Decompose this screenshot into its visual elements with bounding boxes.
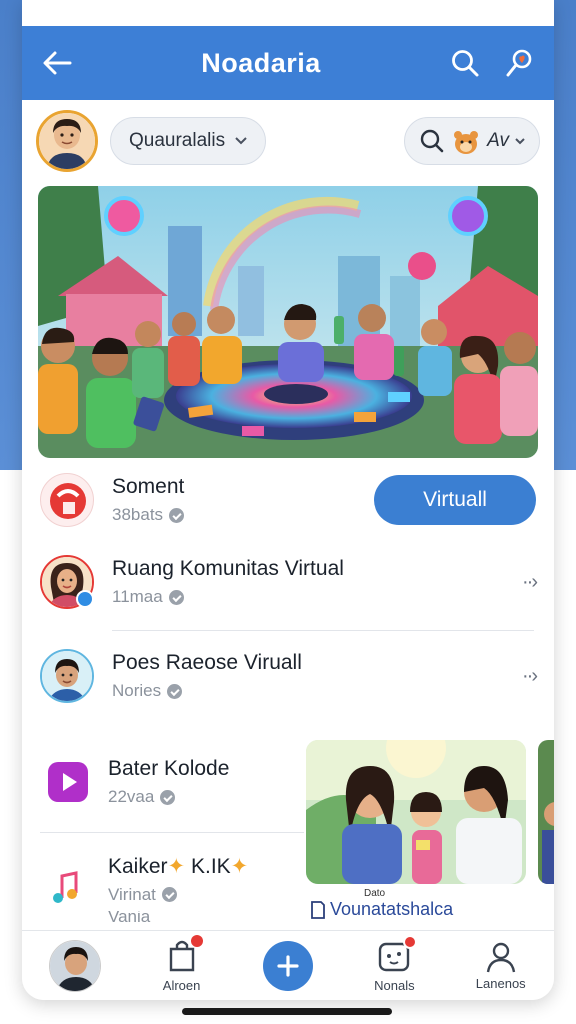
avatar <box>40 555 94 609</box>
app-screen: Noadaria Quauralalis Av Soment 38bats Vi… <box>22 0 554 1000</box>
verified-icon <box>169 507 185 523</box>
nav-create[interactable] <box>243 940 333 991</box>
list-item[interactable]: Soment 38bats Virtuall <box>22 470 554 530</box>
avatar <box>49 939 102 992</box>
verified-badge-icon <box>76 590 94 608</box>
time-label: 9:3 AM <box>265 4 318 21</box>
battery-label: 1 43% <box>462 4 508 21</box>
nav-label: Nonals <box>374 977 415 993</box>
verified-icon <box>168 589 184 605</box>
virtual-button[interactable]: Virtuall <box>374 475 536 525</box>
nav-profile[interactable] <box>30 939 120 992</box>
item-subtitle: 22vaa <box>108 787 155 806</box>
item-subtitle: Nories <box>112 681 162 700</box>
item-subtitle: 11maa <box>112 587 163 606</box>
nav-label: Alroen <box>162 977 201 993</box>
filter-dropdown[interactable]: Quauralalis <box>110 117 267 165</box>
home-indicator[interactable] <box>182 1008 392 1015</box>
list-item[interactable]: Poes Raeose Viruall Nories ··› <box>22 646 554 706</box>
search-icon <box>452 50 479 77</box>
pin-heart-icon <box>506 49 532 77</box>
item-subtitle-secondary: Vania <box>108 910 151 923</box>
search-button[interactable] <box>448 46 482 80</box>
verified-icon <box>160 789 176 805</box>
item-subtitle: 38bats <box>112 505 164 524</box>
item-title: Soment <box>112 475 185 498</box>
filter-right-label: Av <box>487 130 509 151</box>
chevron-right-icon[interactable]: ··› <box>522 665 538 688</box>
play-app-icon <box>46 760 90 804</box>
community-photo-card[interactable] <box>306 740 526 884</box>
card-caption: Dato Vounatatshalca <box>310 888 530 920</box>
chevron-right-icon[interactable]: ··› <box>522 571 538 594</box>
next-card-peek[interactable] <box>538 740 554 884</box>
document-icon <box>311 900 325 919</box>
list-item[interactable]: Kaiker✦ K.IK✦ Virinat Vania <box>22 848 312 928</box>
notification-dot <box>403 934 418 949</box>
item-title: Ruang Komunitas Virtual <box>112 557 344 580</box>
item-subtitle: Virinat <box>108 884 156 904</box>
divider <box>40 832 304 833</box>
nav-label: Lanenos <box>475 976 526 991</box>
avatar <box>40 649 94 703</box>
chevron-down-icon <box>515 137 525 144</box>
search-icon <box>420 129 444 153</box>
music-note-icon <box>46 866 90 910</box>
verified-icon <box>167 683 183 699</box>
hamster-icon <box>454 131 479 154</box>
nav-account[interactable]: Lanenos <box>456 940 546 991</box>
item-title: Bater Kolode <box>108 757 230 780</box>
notification-dot <box>190 934 203 947</box>
item-title: Poes Raeose Viruall <box>112 651 302 674</box>
community-banner-image[interactable] <box>38 186 538 458</box>
wifi-icon <box>99 5 120 21</box>
notification-button[interactable] <box>502 46 536 80</box>
nav-bag[interactable]: Alroen <box>137 934 227 993</box>
signal-icon <box>30 6 52 20</box>
sparkle-icon: ✦ <box>230 854 249 878</box>
page-title: Noadaria <box>201 47 321 78</box>
add-button[interactable] <box>262 940 313 991</box>
card-caption-text: Vounatatshalca <box>330 899 454 919</box>
list-item[interactable]: Bater Kolode 22vaa <box>22 752 312 812</box>
search-filter-pill[interactable]: Av <box>404 117 540 165</box>
battery-icon <box>517 5 550 21</box>
nav-notifications[interactable]: Nonals <box>349 934 439 993</box>
back-button[interactable] <box>40 46 74 80</box>
gift-avatar <box>40 473 94 527</box>
sparkle-icon: ✦ <box>167 854 186 878</box>
person-icon <box>486 942 515 973</box>
profile-avatar[interactable] <box>36 110 98 172</box>
divider <box>112 630 534 631</box>
item-title: Kaiker✦ K.IK✦ <box>108 854 249 878</box>
plus-icon <box>277 954 299 977</box>
chevron-down-icon <box>235 137 247 145</box>
carrier-label: aaaa <box>58 4 94 21</box>
verified-icon <box>161 887 177 902</box>
filter-label: Quauralalis <box>129 130 226 151</box>
arrow-left-icon <box>43 51 72 75</box>
card-caption-small: Dato <box>364 888 386 899</box>
app-bar: Noadaria <box>22 26 554 100</box>
list-item[interactable]: Ruang Komunitas Virtual 11maa ··› <box>22 552 554 612</box>
item-tag: K.IK <box>190 854 231 878</box>
bottom-navigation: Alroen Nonals Lanenos <box>22 930 554 1000</box>
filter-row: Quauralalis Av <box>22 108 554 174</box>
status-bar: aaaa 9:3 AM 1 43% <box>0 0 576 26</box>
